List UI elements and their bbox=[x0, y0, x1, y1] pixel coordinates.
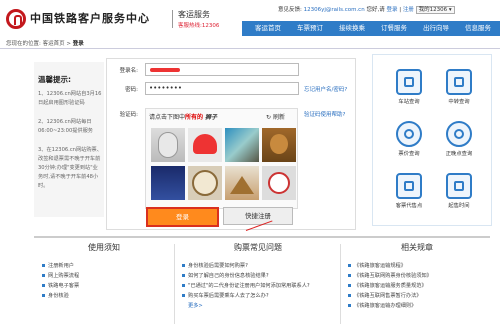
usage-notes-column: 使用须知 注册新用户 网上购票流程 铁路电子客票 身份核验 bbox=[34, 238, 174, 328]
usage-notes-link[interactable]: 注册新用户 bbox=[42, 262, 74, 269]
captcha-image[interactable] bbox=[262, 166, 296, 200]
usage-notes-link[interactable]: 身份核验 bbox=[42, 292, 69, 299]
main-nav: 客运首页 车票预订 接续换乘 订餐服务 出行向导 信息服务 bbox=[242, 21, 500, 36]
notice-item: 1、12306.cn网站自3月16日起启用图形验证码 bbox=[38, 91, 102, 106]
breadcrumb-current: 登录 bbox=[72, 41, 84, 47]
regulation-link[interactable]: 《铁路旅客运输办理细则》 bbox=[348, 302, 416, 309]
column-divider bbox=[340, 244, 341, 324]
greeting-text: 您好,请 bbox=[366, 7, 385, 13]
captcha-question: 请点击下图中所有的 狮子 bbox=[149, 112, 217, 121]
service-punctuality[interactable]: 正晚点查询 bbox=[437, 121, 481, 157]
forgot-password-link[interactable]: 忘记用户名/密码? bbox=[304, 85, 347, 93]
regulation-link[interactable]: 《铁路互联网购票身份核验须知》 bbox=[348, 272, 432, 279]
notice-item: 3、在12306.cn网站购票、改签和退票需不晚于开车前30分钟;办理"变更到站… bbox=[38, 147, 102, 189]
breadcrumb: 您现在的位置: 客运首页 > 登录 bbox=[6, 39, 84, 47]
regulation-link[interactable]: 《铁路旅客运输服务质量规范》 bbox=[348, 282, 427, 289]
service-label: 票价查询 bbox=[398, 151, 420, 157]
captcha-help-link[interactable]: 验证码使用帮助? bbox=[304, 110, 345, 118]
captcha-image[interactable] bbox=[188, 128, 222, 162]
faq-more-link[interactable]: 更多> bbox=[188, 302, 203, 309]
service-label: 中转查询 bbox=[448, 99, 470, 105]
username-input[interactable] bbox=[145, 63, 299, 76]
service-agent[interactable]: 客票代售点 bbox=[387, 173, 431, 209]
breadcrumb-prefix: 您现在的位置: bbox=[6, 41, 41, 47]
breadcrumb-sep: > bbox=[66, 41, 71, 47]
top-links: 意见反馈: 12306yj@rails.com.cn 您好,请 登录 | 注册 … bbox=[278, 5, 455, 14]
service-label: 车站查询 bbox=[398, 99, 420, 105]
railway-logo-icon bbox=[6, 9, 26, 29]
captcha-question-object: 狮子 bbox=[204, 114, 217, 121]
bottom-info: 使用须知 注册新用户 网上购票流程 铁路电子客票 身份核验 购票常见问题 身份核… bbox=[34, 236, 490, 326]
notice-title: 温馨提示: bbox=[38, 75, 71, 84]
station-icon bbox=[396, 69, 422, 95]
captcha-image[interactable] bbox=[262, 128, 296, 162]
my-12306-dropdown[interactable]: 我的12306 ▾ bbox=[415, 6, 455, 14]
quick-register-button[interactable]: 快捷注册 bbox=[223, 207, 293, 225]
service-label: 正晚点查询 bbox=[445, 151, 473, 157]
faq-link[interactable]: 购买车票后需要乘车人去了怎么办? bbox=[182, 292, 269, 299]
captcha-image[interactable] bbox=[151, 166, 185, 200]
notice-item: 2、12306.cn网站每日06:00~23:00提供服务 bbox=[38, 119, 93, 134]
usage-notes-link[interactable]: 网上购票流程 bbox=[42, 272, 79, 279]
notice-panel: 温馨提示: 1、12306.cn网站自3月16日起启用图形验证码 2、12306… bbox=[34, 62, 104, 217]
login-button[interactable]: 登录 bbox=[146, 207, 219, 227]
nav-meal[interactable]: 订餐服务 bbox=[374, 21, 414, 36]
top-register-link[interactable]: 注册 bbox=[403, 7, 414, 13]
password-label: 密码: bbox=[125, 87, 138, 93]
breadcrumb-home-link[interactable]: 客运首页 bbox=[43, 41, 65, 47]
regulation-link[interactable]: 《铁路互联网售票暂行办法》 bbox=[348, 292, 421, 299]
refresh-icon: ↻ bbox=[266, 114, 272, 121]
captcha-refresh-button[interactable]: ↻ 刷新 bbox=[266, 112, 285, 121]
hotline-text: 客服热线:12306 bbox=[178, 23, 220, 29]
service-label: 客票代售点 bbox=[395, 203, 423, 209]
feedback-label: 意见反馈: bbox=[278, 7, 302, 13]
nav-info[interactable]: 信息服务 bbox=[458, 21, 498, 36]
faq-column: 购票常见问题 身份核验后需要如何购票? 如何了解自己的身份信息核验结果? "已通… bbox=[178, 238, 338, 328]
captcha-refresh-label: 刷新 bbox=[272, 114, 285, 121]
captcha-image[interactable] bbox=[188, 166, 222, 200]
usage-notes-title: 使用须知 bbox=[88, 243, 120, 252]
transfer-icon bbox=[446, 69, 472, 95]
faq-link[interactable]: 如何了解自己的身份信息核验结果? bbox=[182, 272, 269, 279]
brand-divider bbox=[172, 10, 173, 28]
column-divider bbox=[174, 244, 175, 324]
regulations-title: 相关规章 bbox=[401, 243, 433, 252]
usage-notes-link[interactable]: 铁路电子客票 bbox=[42, 282, 79, 289]
regulations-column: 相关规章 《铁路旅客运输规程》 《铁路互联网购票身份核验须知》 《铁路旅客运输服… bbox=[344, 238, 490, 328]
captcha-question-prefix: 请点击下图中 bbox=[149, 114, 186, 121]
services-panel: 车站查询 中转查询 票价查询 正晚点查询 客票代售点 起售时间 bbox=[372, 54, 492, 226]
agent-icon bbox=[396, 173, 422, 199]
service-transfer[interactable]: 中转查询 bbox=[437, 69, 481, 105]
username-label: 登录名: bbox=[119, 68, 138, 74]
service-price[interactable]: 票价查询 bbox=[387, 121, 431, 157]
service-sale-time[interactable]: 起售时间 bbox=[437, 173, 481, 209]
service-label: 起售时间 bbox=[448, 203, 470, 209]
brand-subtitle: 客运服务 bbox=[178, 10, 210, 19]
service-station[interactable]: 车站查询 bbox=[387, 69, 431, 105]
password-input[interactable]: •••••••• bbox=[145, 82, 299, 95]
top-login-link[interactable]: 登录 bbox=[386, 7, 397, 13]
captcha-image[interactable] bbox=[225, 128, 259, 162]
captcha-image[interactable] bbox=[225, 166, 259, 200]
faq-link[interactable]: 身份核验后需要如何购票? bbox=[182, 262, 248, 269]
price-icon bbox=[396, 121, 422, 147]
clock-icon bbox=[446, 121, 472, 147]
faq-link[interactable]: "已通过"的二代身份证注册用户如何添加常用联系人? bbox=[182, 282, 310, 289]
captcha-image[interactable] bbox=[151, 128, 185, 162]
header-divider bbox=[0, 48, 500, 49]
captcha-question-highlight: 所有的 bbox=[185, 114, 204, 121]
nav-transfer[interactable]: 接续换乘 bbox=[332, 21, 372, 36]
nav-booking[interactable]: 车票预订 bbox=[290, 21, 330, 36]
username-redacted-mark bbox=[150, 68, 180, 72]
top-sep: | bbox=[399, 7, 402, 13]
captcha-label: 验证码: bbox=[119, 112, 138, 118]
regulation-link[interactable]: 《铁路旅客运输规程》 bbox=[348, 262, 406, 269]
faq-title: 购票常见问题 bbox=[234, 243, 282, 252]
nav-home[interactable]: 客运首页 bbox=[248, 21, 288, 36]
sale-time-icon bbox=[446, 173, 472, 199]
nav-guide[interactable]: 出行向导 bbox=[416, 21, 456, 36]
brand-title: 中国铁路客户服务中心 bbox=[30, 12, 150, 25]
feedback-email-link[interactable]: 12306yj@rails.com.cn bbox=[304, 7, 365, 13]
